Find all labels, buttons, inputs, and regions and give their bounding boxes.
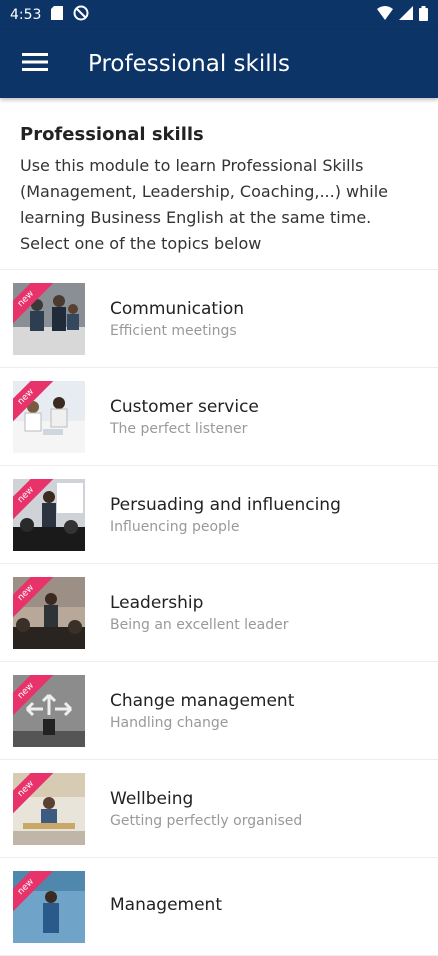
topic-thumbnail: new	[13, 674, 85, 747]
menu-button[interactable]	[0, 30, 70, 98]
topic-title: Leadership	[110, 592, 204, 613]
topic-title: Wellbeing	[110, 788, 194, 809]
list-item-management[interactable]: new Management	[0, 858, 438, 956]
sd-card-icon	[51, 6, 64, 24]
intro-text: Use this module to learn Professional Sk…	[20, 156, 388, 253]
topic-thumbnail: new	[13, 380, 85, 453]
list-item-persuading[interactable]: new Persuading and influencing Influenci…	[0, 466, 438, 564]
topic-thumbnail: new	[13, 772, 85, 845]
topic-thumbnail: new	[13, 576, 85, 649]
topic-thumbnail: new	[13, 870, 85, 943]
topic-title: Persuading and influencing	[110, 494, 341, 515]
topic-title: Management	[110, 894, 222, 915]
topic-subtitle: The perfect listener	[110, 420, 248, 437]
status-bar: 4:53	[0, 0, 438, 30]
topic-list: new Communication Efficient meetings new…	[0, 270, 438, 956]
topic-subtitle: Being an excellent leader	[110, 616, 289, 633]
intro-section: Professional skills Use this module to l…	[0, 98, 438, 270]
list-item-communication[interactable]: new Communication Efficient meetings	[0, 270, 438, 368]
topic-title: Customer service	[110, 396, 259, 417]
topic-title: Change management	[110, 690, 295, 711]
app-bar: Professional skills	[0, 30, 438, 98]
topic-subtitle: Influencing people	[110, 518, 240, 535]
list-item-leadership[interactable]: new Leadership Being an excellent leader	[0, 564, 438, 662]
signal-icon	[399, 6, 413, 24]
topic-subtitle: Getting perfectly organised	[110, 812, 303, 829]
list-item-wellbeing[interactable]: new Wellbeing Getting perfectly organise…	[0, 760, 438, 858]
page-title: Professional skills	[88, 51, 290, 77]
topic-subtitle: Efficient meetings	[110, 322, 237, 339]
list-item-change-management[interactable]: new Change management Handling change	[0, 662, 438, 760]
topic-thumbnail: new	[13, 478, 85, 551]
list-item-customer-service[interactable]: new Customer service The perfect listene…	[0, 368, 438, 466]
intro-heading: Professional skills	[20, 124, 204, 145]
status-time: 4:53	[10, 7, 42, 23]
do-not-disturb-icon	[73, 5, 89, 25]
topic-title: Communication	[110, 298, 244, 319]
wifi-icon	[377, 6, 393, 24]
topic-thumbnail: new	[13, 282, 85, 355]
hamburger-icon	[22, 52, 48, 76]
topic-subtitle: Handling change	[110, 714, 229, 731]
battery-icon	[419, 5, 428, 25]
